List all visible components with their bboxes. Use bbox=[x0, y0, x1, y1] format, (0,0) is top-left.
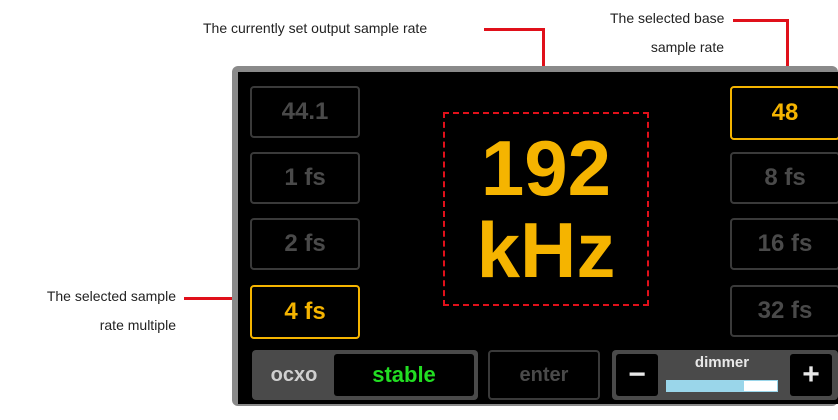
button-4fs[interactable]: 4 fs bbox=[250, 285, 360, 339]
sample-rate-display: 192 kHz bbox=[443, 112, 649, 306]
dimmer-plus-button[interactable]: + bbox=[790, 354, 832, 396]
dimmer-level-fill bbox=[667, 381, 744, 391]
button-2fs[interactable]: 2 fs bbox=[250, 218, 360, 270]
dimmer-label: dimmer bbox=[694, 354, 750, 371]
annotation-multiple-line2: rate multiple bbox=[99, 317, 176, 333]
ocxo-status: stable bbox=[334, 354, 474, 396]
annotation-output-rate-line-h bbox=[484, 28, 544, 31]
sample-rate-value: 192 bbox=[480, 124, 612, 212]
dimmer-minus-button[interactable]: − bbox=[616, 354, 658, 396]
enter-button[interactable]: enter bbox=[488, 350, 600, 400]
button-32fs[interactable]: 32 fs bbox=[730, 285, 838, 337]
ocxo-label: ocxo bbox=[270, 363, 318, 386]
button-1fs[interactable]: 1 fs bbox=[250, 152, 360, 204]
annotation-output-rate: The currently set output sample rate bbox=[203, 20, 428, 36]
annotation-base-rate-line-h bbox=[733, 19, 788, 22]
button-44-1[interactable]: 44.1 bbox=[250, 86, 360, 138]
sample-rate-unit: kHz bbox=[476, 206, 616, 294]
dimmer-level-bar[interactable] bbox=[666, 380, 778, 392]
button-8fs[interactable]: 8 fs bbox=[730, 152, 838, 204]
annotation-base-rate-line2: sample rate bbox=[650, 39, 724, 55]
button-16fs[interactable]: 16 fs bbox=[730, 218, 838, 270]
annotation-multiple-line1: The selected sample bbox=[46, 288, 176, 304]
annotation-base-rate-line1: The selected base bbox=[610, 10, 725, 26]
button-48[interactable]: 48 bbox=[730, 86, 838, 140]
